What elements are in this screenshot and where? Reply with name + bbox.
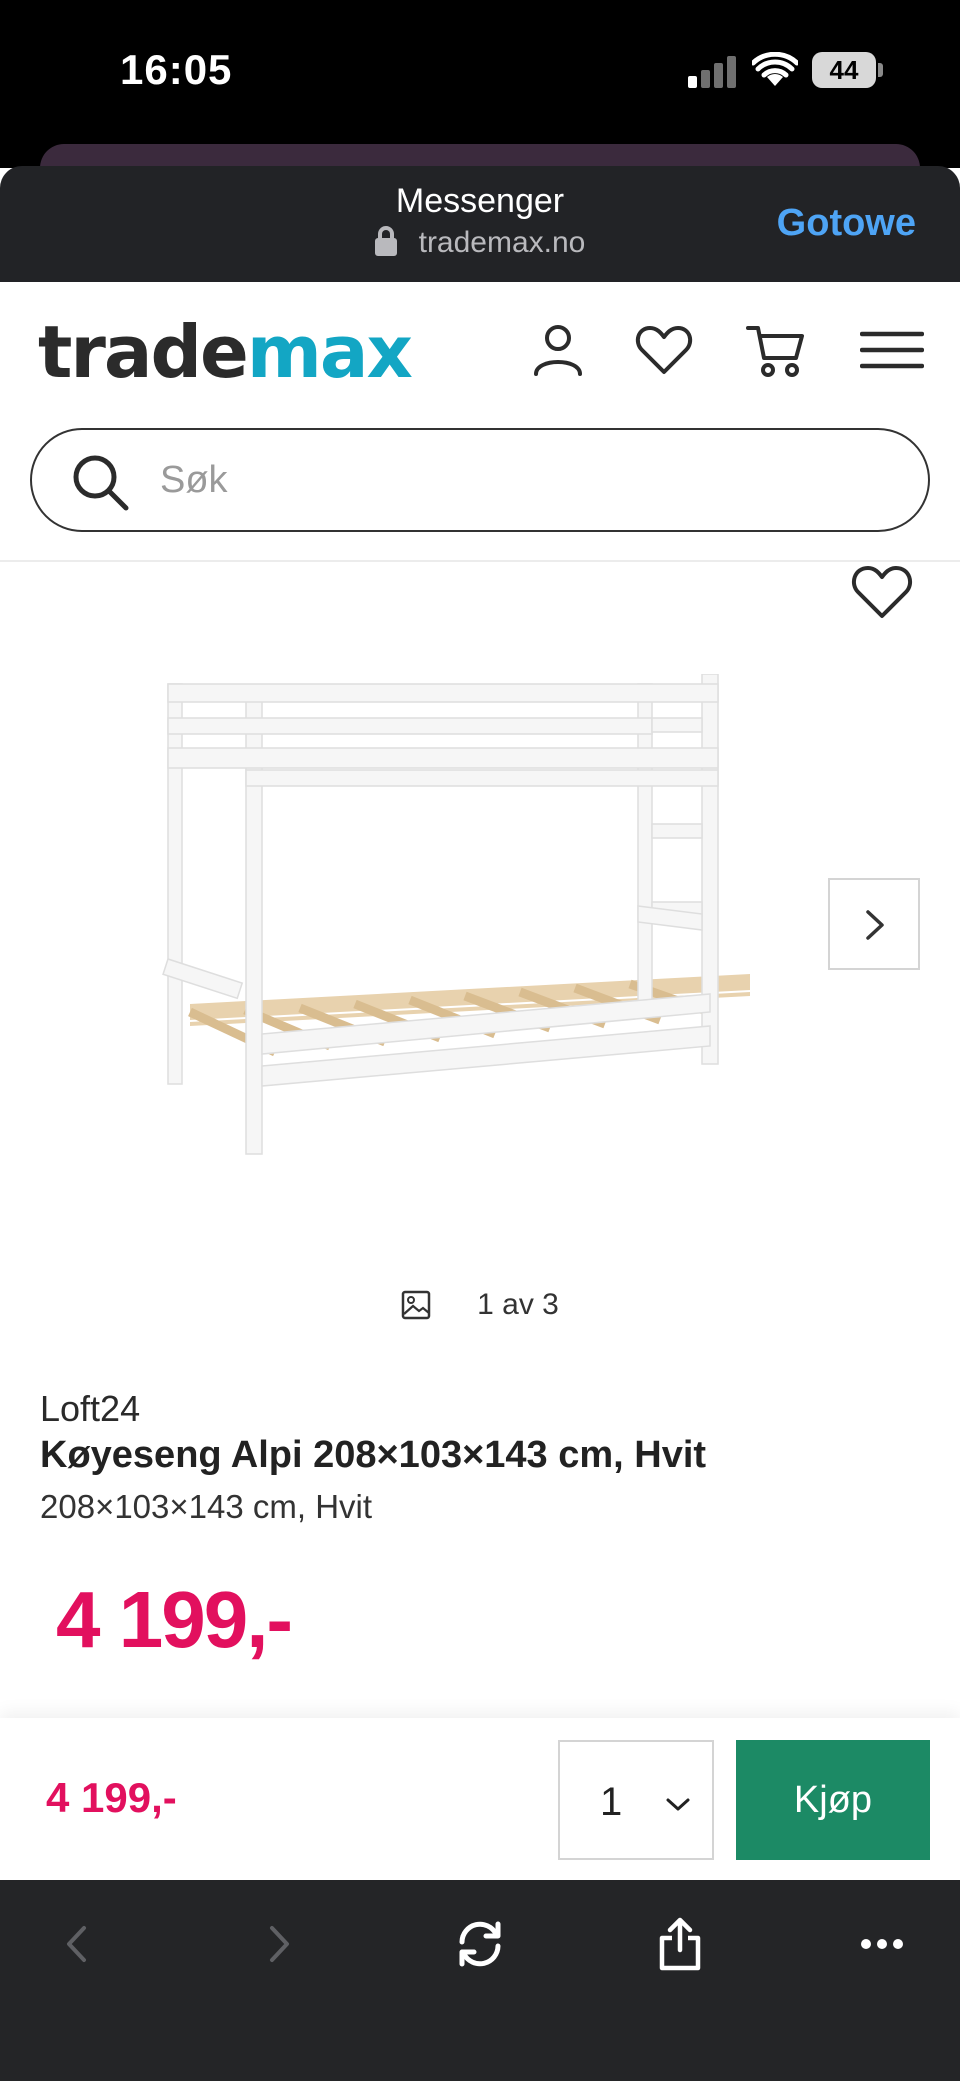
heart-icon[interactable] — [632, 318, 696, 382]
wifi-icon — [752, 52, 798, 86]
product-brand[interactable]: Loft24 — [40, 1388, 140, 1430]
search-icon — [73, 455, 129, 511]
menu-icon[interactable] — [860, 318, 924, 382]
chevron-left-icon — [67, 1926, 86, 1962]
quantity-select[interactable]: 1 — [558, 1740, 714, 1860]
trademax-logo[interactable]: trademax — [38, 310, 413, 394]
product-price: 4 199,- — [56, 1575, 293, 1664]
chevron-down-icon — [666, 1798, 690, 1811]
image-icon — [401, 1290, 431, 1320]
cart-icon[interactable] — [744, 318, 808, 382]
product-gallery: 1 av 3 — [0, 564, 960, 1344]
lock-icon — [374, 226, 397, 256]
sticky-buy-bar: 4 199,- 1 Kjøp — [0, 1718, 960, 1880]
reload-button[interactable] — [440, 1904, 520, 1984]
reload-icon — [459, 1921, 501, 1967]
browser-header: Messenger trademax.no Gotowe — [0, 166, 960, 282]
signal-icon — [688, 56, 738, 88]
site-header: trademax — [0, 282, 960, 562]
done-button[interactable]: Gotowe — [777, 202, 916, 245]
product-title: Køyeseng Alpi 208×103×143 cm, Hvit — [40, 1434, 707, 1476]
battery-level: 44 — [812, 52, 876, 88]
share-icon — [659, 1917, 701, 1971]
account-icon[interactable] — [526, 318, 590, 382]
product-image[interactable] — [150, 674, 810, 1164]
product-variant: 208×103×143 cm, Hvit — [40, 1488, 373, 1525]
browser-toolbar — [0, 1880, 960, 2081]
buy-bar-price: 4 199,- — [46, 1774, 177, 1821]
search-input[interactable] — [160, 450, 900, 510]
wishlist-heart-icon[interactable] — [850, 564, 914, 620]
status-bar: 16:05 44 — [0, 0, 960, 168]
share-button[interactable] — [640, 1904, 720, 1984]
gallery-next-button[interactable] — [828, 878, 920, 970]
url-text: trademax.no — [418, 226, 586, 259]
chevron-right-icon — [270, 1926, 289, 1962]
status-time: 16:05 — [120, 46, 233, 93]
forward-button[interactable] — [240, 1904, 320, 1984]
gallery-counter: 1 av 3 — [0, 1288, 960, 1322]
chevron-right-icon — [866, 910, 884, 940]
buy-button[interactable]: Kjøp — [736, 1740, 930, 1860]
more-icon — [861, 1939, 903, 1949]
battery-tip — [878, 63, 883, 77]
logo-part-max: max — [246, 310, 413, 394]
page: 16:05 44 Messenger trademax.no Gotowe tr… — [0, 0, 960, 2081]
back-button[interactable] — [36, 1904, 116, 1984]
more-button[interactable] — [842, 1904, 922, 1984]
gallery-counter-text: 1 av 3 — [477, 1288, 559, 1321]
quantity-value: 1 — [600, 1780, 623, 1824]
search-bar[interactable] — [30, 428, 930, 532]
logo-part-trade: trade — [38, 310, 249, 394]
